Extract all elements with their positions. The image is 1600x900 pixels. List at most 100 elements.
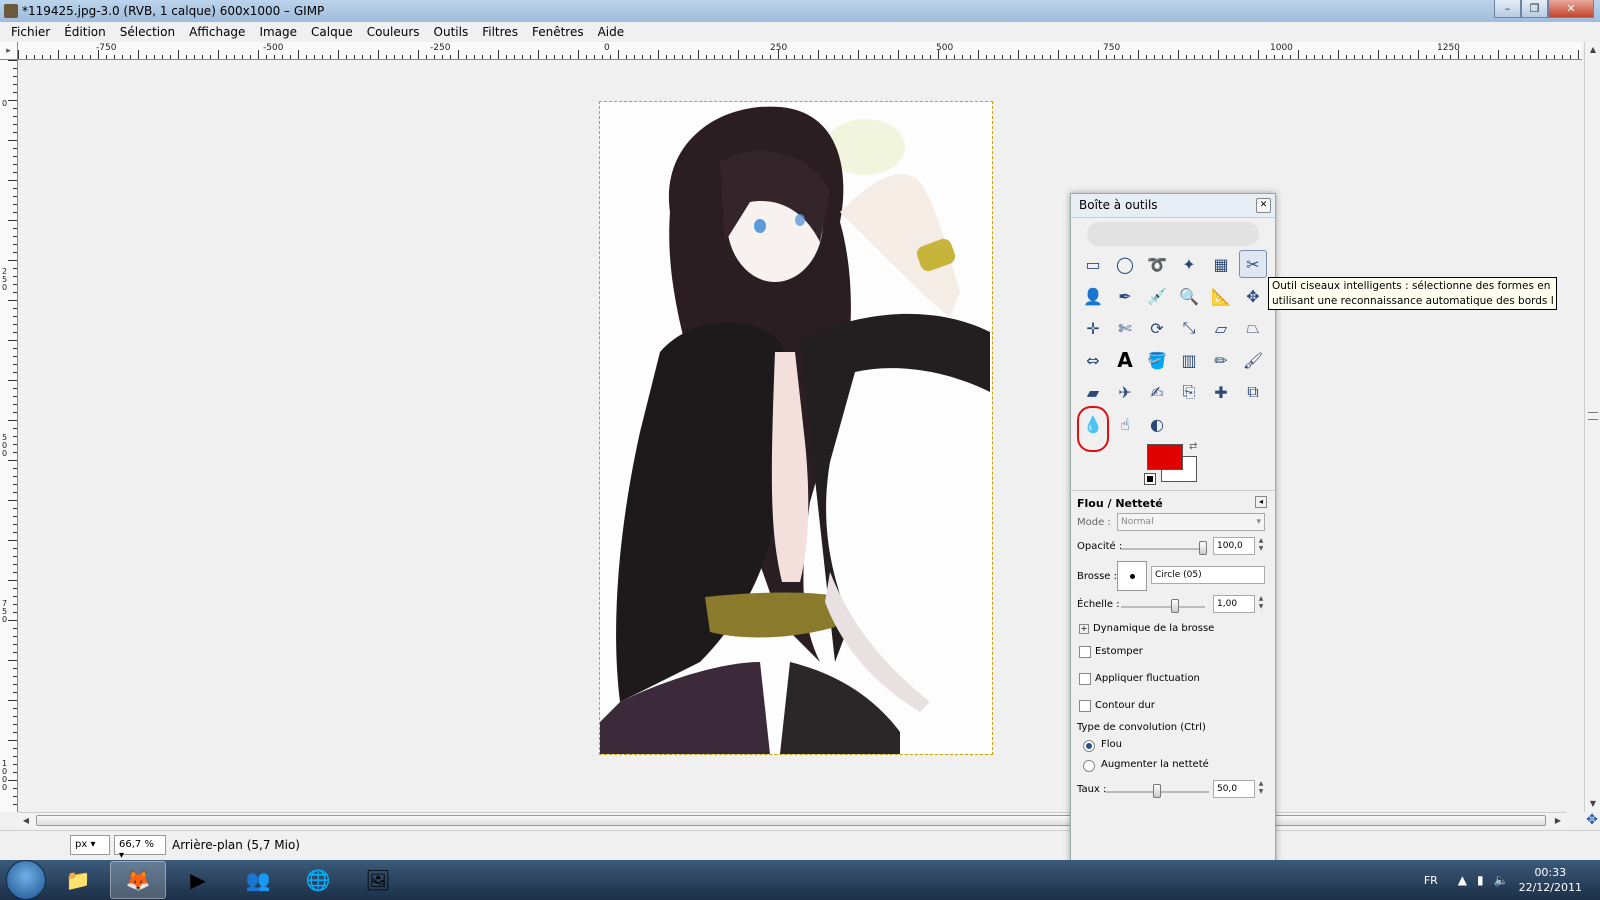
tray-expand-icon[interactable]: ▲ — [1458, 873, 1467, 887]
text-icon[interactable]: A — [1111, 346, 1139, 374]
messenger-icon[interactable]: 👥 — [230, 861, 286, 899]
scroll-grip[interactable] — [1588, 412, 1598, 420]
swap-colors-icon[interactable]: ⇄ — [1189, 441, 1197, 452]
media-player-icon[interactable]: ▶ — [170, 861, 226, 899]
perspective-icon[interactable]: ⏢ — [1239, 314, 1267, 342]
scale-input[interactable]: 1,00 — [1213, 595, 1255, 613]
jitter-checkbox[interactable] — [1079, 673, 1091, 685]
explorer-icon[interactable]: 📁 — [50, 861, 106, 899]
menu-couleurs[interactable]: Couleurs — [360, 25, 427, 39]
menu-edition[interactable]: Édition — [57, 25, 113, 39]
unit-select[interactable]: px ▾ — [70, 835, 110, 855]
rate-slider-knob[interactable] — [1153, 784, 1161, 798]
fade-checkbox[interactable] — [1079, 646, 1091, 658]
gimp-taskbar-icon[interactable]: 🦊 — [110, 861, 166, 899]
reset-colors-icon[interactable] — [1144, 473, 1156, 485]
network-icon[interactable]: ▮ — [1477, 873, 1484, 887]
scroll-thumb[interactable] — [36, 815, 1546, 826]
rect-select-icon[interactable]: ▭ — [1079, 250, 1107, 278]
free-select-icon[interactable]: ➰ — [1143, 250, 1171, 278]
volume-icon[interactable]: 🔈 — [1494, 873, 1509, 887]
menu-image[interactable]: Image — [252, 25, 304, 39]
rate-input[interactable]: 50,0 — [1213, 780, 1255, 798]
maximize-button[interactable]: ❐ — [1521, 0, 1548, 18]
color-picker-icon[interactable]: 💉 — [1143, 282, 1171, 310]
flip-icon[interactable]: ⇔ — [1079, 346, 1107, 374]
options-menu-icon[interactable]: ◂ — [1255, 496, 1267, 508]
paths-icon[interactable]: ✒ — [1111, 282, 1139, 310]
brush-name-field[interactable]: Circle (05) — [1151, 566, 1265, 584]
foreground-select-icon[interactable]: 👤 — [1079, 282, 1107, 310]
scale-icon[interactable]: ⤡ — [1175, 314, 1203, 342]
align-icon[interactable]: ✛ — [1079, 314, 1107, 342]
move-icon[interactable]: ✥ — [1239, 282, 1267, 310]
close-icon[interactable]: ✕ — [1256, 198, 1271, 213]
mode-select[interactable]: Normal ▾ — [1117, 513, 1265, 531]
canvas-area[interactable] — [18, 60, 1584, 812]
measure-icon[interactable]: 📐 — [1207, 282, 1235, 310]
fuzzy-select-icon[interactable]: ✦ — [1175, 250, 1203, 278]
paintbrush-icon[interactable]: 🖌 — [1239, 346, 1267, 374]
brush-preview[interactable] — [1117, 561, 1147, 591]
pencil-icon[interactable]: ✏ — [1207, 346, 1235, 374]
minimize-button[interactable]: – — [1494, 0, 1521, 18]
zoom-select[interactable]: 66,7 % ▾ — [114, 835, 166, 861]
scale-slider[interactable] — [1121, 606, 1205, 608]
rate-spinner-icon[interactable]: ▲ ▼ — [1257, 780, 1265, 798]
menu-outils[interactable]: Outils — [427, 25, 476, 39]
perspective-clone-icon[interactable]: ⧉ — [1239, 378, 1267, 406]
image-canvas[interactable] — [599, 101, 993, 755]
horizontal-scrollbar[interactable]: ◀ ▶ — [18, 812, 1566, 828]
bucket-fill-icon[interactable]: 🪣 — [1143, 346, 1171, 374]
smudge-icon[interactable]: ☝ — [1111, 410, 1139, 438]
dodge-burn-icon[interactable]: ◐ — [1143, 410, 1171, 438]
menu-calque[interactable]: Calque — [304, 25, 360, 39]
expand-icon[interactable]: + — [1079, 624, 1089, 634]
dynamics-label[interactable]: Dynamique de la brosse — [1093, 623, 1214, 634]
blur-radio[interactable] — [1083, 740, 1095, 752]
menu-filtres[interactable]: Filtres — [475, 25, 525, 39]
opacity-input[interactable]: 100,0 — [1213, 537, 1255, 555]
foreground-color-swatch[interactable] — [1147, 444, 1183, 470]
navigate-icon[interactable]: ✥ — [1584, 812, 1600, 828]
horizontal-ruler[interactable]: -750 -500 -250 0 250 500 750 1000 1250 — [18, 42, 1582, 60]
crop-icon[interactable]: ✄ — [1111, 314, 1139, 342]
hard-edge-checkbox[interactable] — [1079, 700, 1091, 712]
menu-fenetres[interactable]: Fenêtres — [525, 25, 591, 39]
eraser-icon[interactable]: ▰ — [1079, 378, 1107, 406]
rotate-icon[interactable]: ⟳ — [1143, 314, 1171, 342]
firefox-icon[interactable]: 🌐 — [290, 861, 346, 899]
ink-icon[interactable]: ✍ — [1143, 378, 1171, 406]
scroll-left-icon[interactable]: ◀ — [18, 813, 34, 829]
clone-icon[interactable]: ⎘ — [1175, 378, 1203, 406]
ellipse-select-icon[interactable]: ◯ — [1111, 250, 1139, 278]
airbrush-icon[interactable]: ✈ — [1111, 378, 1139, 406]
ruler-corner-icon[interactable]: ▸ — [0, 42, 18, 60]
menu-aide[interactable]: Aide — [591, 25, 632, 39]
language-indicator[interactable]: FR — [1424, 874, 1438, 887]
sharpen-radio[interactable] — [1083, 760, 1095, 772]
select-by-color-icon[interactable]: ▦ — [1207, 250, 1235, 278]
opacity-slider[interactable] — [1121, 548, 1205, 550]
zoom-icon[interactable]: 🔍 — [1175, 282, 1203, 310]
scroll-up-icon[interactable]: ▲ — [1585, 42, 1600, 58]
wilber-drop-area[interactable] — [1087, 222, 1259, 246]
heal-icon[interactable]: ✚ — [1207, 378, 1235, 406]
scale-spinner-icon[interactable]: ▲ ▼ — [1257, 595, 1265, 613]
opacity-slider-knob[interactable] — [1199, 541, 1207, 555]
vertical-ruler[interactable]: 0 250 500 750 1000 — [0, 60, 18, 812]
scissors-icon[interactable]: ✂ — [1239, 250, 1267, 278]
shear-icon[interactable]: ▱ — [1207, 314, 1235, 342]
scale-slider-knob[interactable] — [1171, 599, 1179, 613]
close-button[interactable]: ✕ — [1548, 0, 1594, 18]
clock[interactable]: 00:33 22/12/2011 — [1519, 865, 1582, 895]
menu-selection[interactable]: Sélection — [113, 25, 182, 39]
scroll-down-icon[interactable]: ▼ — [1585, 796, 1600, 812]
opacity-spinner-icon[interactable]: ▲ ▼ — [1257, 537, 1265, 555]
start-button[interactable] — [6, 860, 46, 900]
menu-fichier[interactable]: Fichier — [4, 25, 57, 39]
blend-icon[interactable]: ▥ — [1175, 346, 1203, 374]
photo-viewer-icon[interactable]: 🖼 — [350, 861, 406, 899]
vertical-scrollbar[interactable]: ▲ ▼ — [1584, 42, 1600, 812]
scroll-right-icon[interactable]: ▶ — [1550, 813, 1566, 829]
